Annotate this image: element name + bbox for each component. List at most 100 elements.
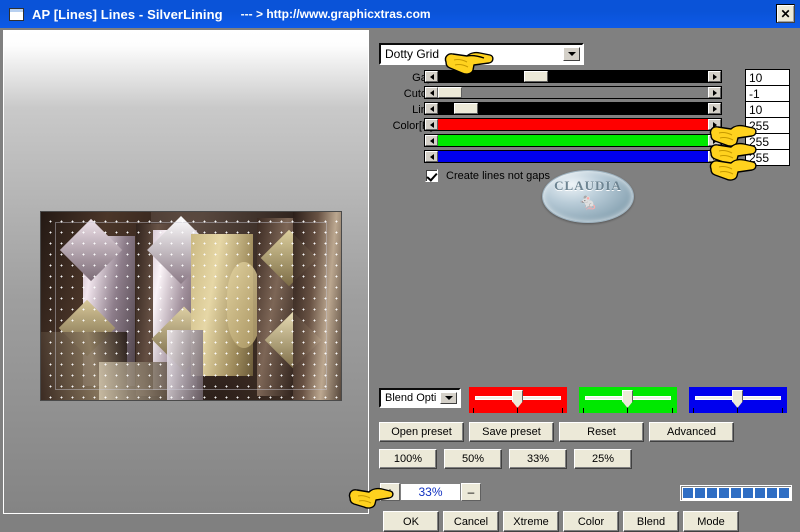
- line-value[interactable]: 10: [745, 101, 790, 118]
- color-g-slider[interactable]: [424, 134, 722, 147]
- progress-segment: [731, 488, 741, 498]
- controls-panel: Dotty Grid Gap: 10 Cutoff:: [372, 30, 797, 532]
- gap-slider-thumb[interactable]: [524, 71, 549, 82]
- tick: [583, 408, 584, 413]
- line-slider-track[interactable]: [438, 103, 708, 114]
- advanced-button[interactable]: Advanced: [649, 422, 734, 442]
- chevron-down-icon[interactable]: [563, 47, 580, 61]
- blend-options-value: Blend Opti: [385, 392, 437, 404]
- color-b-slider-right-arrow[interactable]: [708, 151, 721, 162]
- line-slider-right-arrow[interactable]: [708, 103, 721, 114]
- open-preset-button[interactable]: Open preset: [379, 422, 464, 442]
- preset-dropdown-value: Dotty Grid: [385, 47, 440, 61]
- blue-trackbar-thumb[interactable]: [732, 390, 743, 408]
- tick: [627, 408, 628, 413]
- zoom-level-field[interactable]: 33%: [400, 483, 461, 501]
- cutoff-slider-track[interactable]: [438, 87, 708, 98]
- ok-button[interactable]: OK: [383, 511, 439, 532]
- color-g-slider-left-arrow[interactable]: [425, 135, 438, 146]
- gap-slider-track[interactable]: [438, 71, 708, 82]
- blue-trackbar[interactable]: [689, 387, 787, 413]
- zoom-33-button[interactable]: 33%: [509, 449, 567, 469]
- cutoff-value[interactable]: -1: [745, 85, 790, 102]
- client-area: Dotty Grid Gap: 10 Cutoff:: [0, 28, 800, 532]
- cutoff-slider-right-arrow[interactable]: [708, 87, 721, 98]
- color-b-slider[interactable]: [424, 150, 722, 163]
- gap-slider[interactable]: [424, 70, 722, 83]
- cutoff-slider-thumb[interactable]: [438, 87, 462, 98]
- chevron-down-icon[interactable]: [440, 392, 457, 404]
- tick: [672, 408, 673, 413]
- zoom-stepper[interactable]: + 33% –: [379, 482, 482, 502]
- create-lines-not-gaps-label: Create lines not gaps: [446, 169, 550, 182]
- progress-segment: [779, 488, 789, 498]
- color-r-slider-track[interactable]: [438, 119, 708, 130]
- tick: [473, 408, 474, 413]
- blend-button[interactable]: Blend: [623, 511, 679, 532]
- cancel-button[interactable]: Cancel: [443, 511, 499, 532]
- green-trackbar[interactable]: [579, 387, 677, 413]
- color-r-slider-right-arrow[interactable]: [708, 119, 721, 130]
- zoom-50-button[interactable]: 50%: [444, 449, 502, 469]
- claudia-watermark: CLAUDIA 🐁: [542, 170, 634, 223]
- color-r-value[interactable]: 255: [745, 117, 790, 134]
- gap-value[interactable]: 10: [745, 69, 790, 86]
- color-b-value[interactable]: 255: [745, 149, 790, 166]
- progress-segment: [707, 488, 717, 498]
- line-slider[interactable]: [424, 102, 722, 115]
- tick: [517, 408, 518, 413]
- tick: [782, 408, 783, 413]
- watermark-text: CLAUDIA: [554, 178, 622, 193]
- tick: [562, 408, 563, 413]
- line-slider-thumb[interactable]: [454, 103, 479, 114]
- blend-options-dropdown[interactable]: Blend Opti: [379, 388, 461, 408]
- mode-button[interactable]: Mode: [683, 511, 739, 532]
- progress-segment: [743, 488, 753, 498]
- progress-segment: [695, 488, 705, 498]
- zoom-decrease-button[interactable]: –: [461, 483, 481, 501]
- color-button[interactable]: Color: [563, 511, 619, 532]
- red-trackbar[interactable]: [469, 387, 567, 413]
- zoom-increase-button[interactable]: +: [380, 483, 400, 501]
- window-title: AP [Lines] Lines - SilverLining: [32, 6, 223, 22]
- color-g-value[interactable]: 255: [745, 133, 790, 150]
- progress-segment: [683, 488, 693, 498]
- art-shape: [227, 262, 261, 348]
- preview-canvas-panel: [3, 30, 369, 514]
- cutoff-slider[interactable]: [424, 86, 722, 99]
- red-trackbar-thumb[interactable]: [512, 390, 523, 408]
- close-button[interactable]: ✕: [776, 4, 795, 23]
- preset-dropdown[interactable]: Dotty Grid: [379, 43, 584, 65]
- title-bar: AP [Lines] Lines - SilverLining --- > ht…: [0, 0, 800, 28]
- art-shape: [99, 362, 169, 400]
- color-b-slider-track[interactable]: [438, 151, 708, 162]
- reset-button[interactable]: Reset: [559, 422, 644, 442]
- gap-slider-left-arrow[interactable]: [425, 71, 438, 82]
- plugin-window: AP [Lines] Lines - SilverLining --- > ht…: [0, 0, 800, 532]
- checkbox-check-icon[interactable]: [425, 169, 438, 182]
- tick: [693, 408, 694, 413]
- window-subtitle-url: --- > http://www.graphicxtras.com: [240, 7, 431, 21]
- zoom-25-button[interactable]: 25%: [574, 449, 632, 469]
- tick: [737, 408, 738, 413]
- zoom-100-button[interactable]: 100%: [379, 449, 437, 469]
- gap-slider-right-arrow[interactable]: [708, 71, 721, 82]
- color-b-slider-left-arrow[interactable]: [425, 151, 438, 162]
- green-trackbar-thumb[interactable]: [622, 390, 633, 408]
- image-preview[interactable]: [40, 211, 342, 401]
- window-icon: [9, 7, 24, 21]
- art-shape: [167, 330, 203, 400]
- art-shape: [293, 212, 341, 400]
- color-g-slider-right-arrow[interactable]: [708, 135, 721, 146]
- progress-bar: [680, 485, 792, 501]
- cutoff-slider-left-arrow[interactable]: [425, 87, 438, 98]
- create-lines-not-gaps-checkbox[interactable]: Create lines not gaps: [425, 169, 550, 182]
- progress-segment: [719, 488, 729, 498]
- xtreme-button[interactable]: Xtreme: [503, 511, 559, 532]
- color-g-slider-track[interactable]: [438, 135, 708, 146]
- save-preset-button[interactable]: Save preset: [469, 422, 554, 442]
- color-r-slider[interactable]: [424, 118, 722, 131]
- color-r-slider-left-arrow[interactable]: [425, 119, 438, 130]
- progress-segment: [767, 488, 777, 498]
- line-slider-left-arrow[interactable]: [425, 103, 438, 114]
